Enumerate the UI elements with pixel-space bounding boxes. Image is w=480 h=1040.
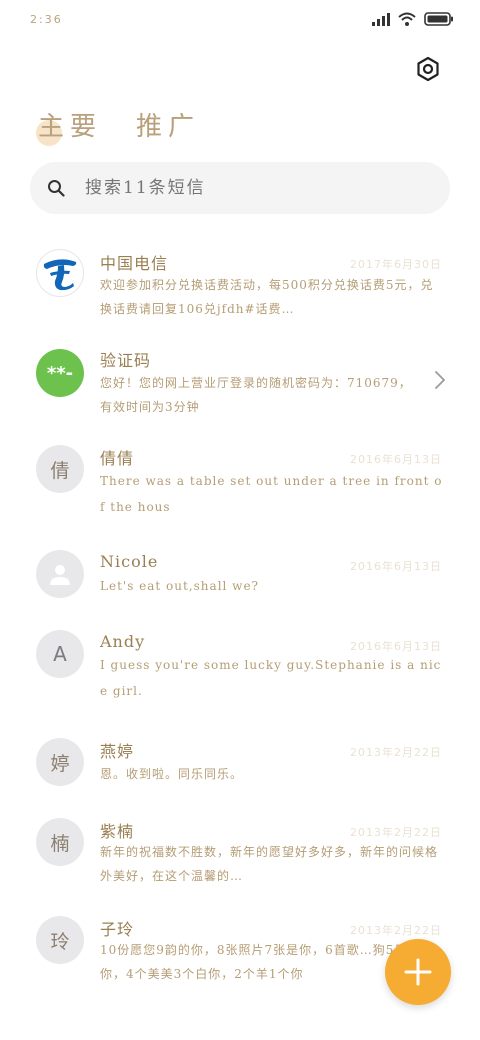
avatar: 玲 [36,916,84,964]
conversation-row[interactable]: 婷 燕婷 2013年2月22日 恩。收到啦。同乐同乐。 [0,738,480,818]
avatar-telecom-logo [36,249,84,297]
message-date: 2016年6月13日 [350,560,442,573]
contact-name: Nicole [100,552,159,571]
avatar: A [36,630,84,678]
contact-name: 子玲 [100,920,135,939]
message-date: 2017年6月30日 [350,258,442,271]
search-icon [47,179,65,197]
avatar-initial: A [53,642,67,666]
message-preview: 新年的祝福数不胜数，新年的愿望好多好多，新年的问候格外美好，在这个温馨的… [100,845,439,883]
search-bar[interactable] [30,162,450,214]
status-time: 2:36 [30,13,63,26]
status-bar: 2:36 [0,0,480,40]
battery-icon [424,12,453,26]
contact-name: 燕婷 [100,742,135,761]
message-date: 2016年6月13日 [350,453,442,466]
message-preview: Let's eat out,shall we? [100,579,259,593]
avatar-verify: **- [36,349,84,397]
conversation-row[interactable]: 楠 紫楠 2013年2月22日 新年的祝福数不胜数，新年的愿望好多好多，新年的问… [0,818,480,916]
message-preview: 恩。收到啦。同乐同乐。 [100,767,244,781]
message-preview: There was a table set out under a tree i… [100,474,443,514]
telecom-logo-icon [43,259,77,291]
person-icon [50,565,70,585]
avatar [36,550,84,598]
avatar: 婷 [36,738,84,786]
avatar-initial: 楠 [50,832,70,855]
wifi-icon [398,12,416,26]
message-preview: 您好！您的网上营业厅登录的随机密码为：710679，有效时间为3分钟 [100,376,412,414]
search-input[interactable] [83,177,407,199]
avatar-initial: 婷 [50,752,70,775]
settings-icon [417,56,439,82]
contact-name: 倩倩 [100,449,135,468]
new-message-button[interactable] [385,939,451,1005]
contact-name: 紫楠 [100,822,135,841]
avatar-initial: 玲 [50,930,70,953]
contact-name: Andy [100,632,146,651]
message-date: 2013年2月22日 [350,924,442,937]
avatar: 倩 [36,445,84,493]
contact-name: 验证码 [100,351,152,370]
message-date: 2013年2月22日 [350,826,442,839]
page-title: 主要 推广 [35,106,200,146]
conversation-row[interactable]: 中国电信 2017年6月30日 欢迎参加积分兑换话费活动，每500积分兑换话费5… [0,232,480,332]
conversation-row[interactable]: **- 验证码 您好！您的网上营业厅登录的随机密码为：710679，有效时间为3… [0,332,480,430]
plus-icon [404,958,432,986]
status-icons [372,12,454,26]
message-preview: 欢迎参加积分兑换话费活动，每500积分兑换话费5元，兑换话费请回复106兑jfd… [100,278,434,316]
settings-button[interactable] [414,55,442,83]
avatar-initial: 倩 [50,459,70,482]
chevron-right-icon[interactable] [434,370,446,390]
avatar: 楠 [36,818,84,866]
tab-promotion[interactable]: 推广 [136,106,200,143]
contact-name: 中国电信 [100,254,169,273]
conversation-row[interactable]: 倩 倩倩 2016年6月13日 There was a table set ou… [0,430,480,542]
signal-icon [372,12,390,26]
message-date: 2013年2月22日 [350,746,442,759]
conversation-row[interactable]: A Andy 2016年6月13日 I guess you're some lu… [0,630,480,738]
conversation-row[interactable]: Nicole 2016年6月13日 Let's eat out,shall we… [0,542,480,630]
message-preview: I guess you're some lucky guy.Stephanie … [100,658,442,698]
tab-primary[interactable]: 主要 [35,106,102,146]
